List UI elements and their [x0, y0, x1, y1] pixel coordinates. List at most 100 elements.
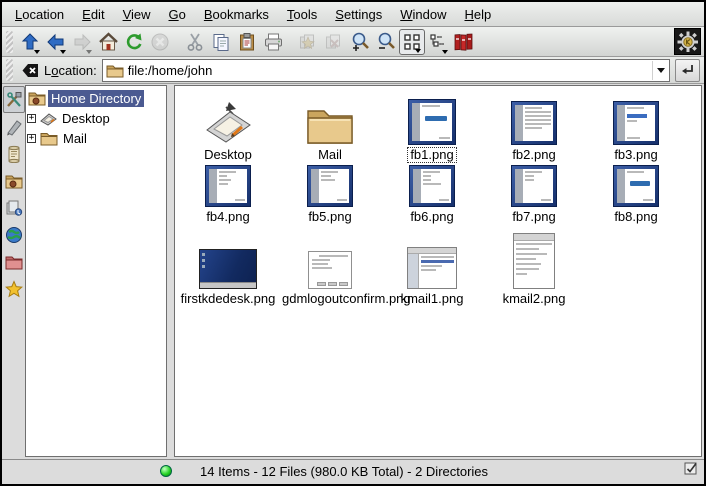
sidebar-tab-pen[interactable]	[3, 113, 25, 140]
go-enter-icon	[680, 63, 695, 78]
icon-view-mode-button[interactable]	[399, 29, 425, 55]
home-folder-icon	[5, 173, 23, 189]
scissors-icon	[185, 32, 205, 52]
zoom-in-button[interactable]	[347, 29, 373, 55]
bookmark-books-button[interactable]	[451, 29, 477, 55]
panel-splitter[interactable]	[167, 84, 174, 459]
sidebar-tab-root-folder[interactable]	[3, 248, 25, 275]
go-button[interactable]	[675, 59, 700, 82]
star-icon	[5, 280, 23, 298]
location-input[interactable]: file:/home/john	[128, 63, 648, 78]
location-combobox[interactable]: file:/home/john	[102, 59, 670, 82]
thumbnail-kmail2	[513, 233, 555, 289]
main-area: Home Directory + Desktop + Mail Desktop	[2, 84, 704, 459]
tree-view-icon	[429, 33, 447, 51]
menu-tools[interactable]: Tools	[278, 4, 326, 25]
sidebar-tab-bookmarks[interactable]	[3, 275, 25, 302]
zoom-out-icon	[376, 31, 397, 52]
thumbnail-fb1	[408, 99, 456, 145]
reload-button[interactable]	[121, 29, 147, 55]
sidebar-tab-network[interactable]	[3, 221, 25, 248]
forward-button[interactable]	[69, 29, 95, 55]
home-folder-icon	[28, 90, 46, 106]
tree-view-mode-button[interactable]	[425, 29, 451, 55]
forward-arrow-icon	[72, 32, 92, 52]
print-button[interactable]	[260, 29, 286, 55]
menu-bookmarks[interactable]: Bookmarks	[195, 4, 278, 25]
thumbnail-fb4	[205, 165, 251, 207]
file-label: fb8.png	[612, 210, 659, 224]
file-item-mail[interactable]: Mail	[279, 92, 381, 162]
sidebar-tab-home[interactable]	[3, 167, 25, 194]
file-item-kmail1[interactable]: kmail1.png	[381, 228, 483, 306]
file-label: fb3.png	[612, 148, 659, 162]
file-item-fb7[interactable]: fb7.png	[483, 164, 585, 224]
file-item-fb8[interactable]: fb8.png	[585, 164, 687, 224]
tree-item-mail[interactable]: + Mail	[26, 128, 166, 148]
expander-plus[interactable]: +	[27, 134, 36, 143]
file-item-fb6[interactable]: fb6.png	[381, 164, 483, 224]
stop-button[interactable]	[147, 29, 173, 55]
location-dropdown-button[interactable]	[652, 61, 668, 80]
stop-icon	[150, 32, 170, 52]
file-item-fb4[interactable]: fb4.png	[177, 164, 279, 224]
menu-bar: Location Edit View Go Bookmarks Tools Se…	[2, 2, 704, 27]
file-label: kmail1.png	[399, 292, 466, 306]
paste-icon	[237, 32, 257, 52]
tree-item-home[interactable]: Home Directory	[26, 88, 166, 108]
paste-button[interactable]	[234, 29, 260, 55]
menu-edit[interactable]: Edit	[73, 4, 113, 25]
file-item-gdmlogoutconfirm[interactable]: gdmlogoutconfirm.png	[279, 228, 381, 306]
red-books-icon	[453, 32, 475, 52]
file-item-fb5[interactable]: fb5.png	[279, 164, 381, 224]
folder-icon	[306, 105, 354, 145]
menu-view[interactable]: View	[114, 4, 160, 25]
file-item-firstkdedesk[interactable]: firstkdedesk.png	[177, 228, 279, 306]
copy-button[interactable]	[208, 29, 234, 55]
file-item-fb1[interactable]: fb1.png	[381, 92, 483, 162]
menu-go[interactable]: Go	[160, 4, 195, 25]
kde-gear-icon	[677, 31, 699, 53]
file-icon-view: Desktop Mail fb1.png fb2.png fb3.png	[174, 85, 702, 457]
printer-icon	[263, 32, 284, 52]
file-item-desktop[interactable]: Desktop	[177, 92, 279, 162]
tree-item-label: Desktop	[59, 110, 113, 127]
zoom-out-button[interactable]	[373, 29, 399, 55]
tree-item-desktop[interactable]: + Desktop	[26, 108, 166, 128]
menu-location[interactable]: Location	[6, 4, 73, 25]
file-item-fb3[interactable]: fb3.png	[585, 92, 687, 162]
locationbar-grip[interactable]	[6, 59, 13, 81]
cut-button[interactable]	[182, 29, 208, 55]
sidebar-tab-history[interactable]	[3, 140, 25, 167]
location-label: Location:	[44, 63, 97, 78]
home-button[interactable]	[95, 29, 121, 55]
folder-small-icon	[106, 63, 124, 78]
file-item-fb2[interactable]: fb2.png	[483, 92, 585, 162]
sidebar-tab-tools[interactable]	[3, 86, 25, 113]
thumbnail-gdmlogoutconfirm	[308, 251, 352, 289]
history-scroll-icon	[5, 145, 23, 163]
file-item-kmail2[interactable]: kmail2.png	[483, 228, 585, 306]
back-button[interactable]	[43, 29, 69, 55]
link-view-checkbox-icon[interactable]	[684, 462, 698, 481]
up-button[interactable]	[17, 29, 43, 55]
services-icon	[5, 199, 23, 217]
desktop-folder-icon	[202, 99, 254, 145]
icon-effect-button[interactable]	[295, 29, 321, 55]
status-text: 14 Items - 12 Files (980.0 KB Total) - 2…	[200, 464, 488, 479]
thumbnail-kmail1	[407, 247, 457, 289]
menu-settings[interactable]: Settings	[326, 4, 391, 25]
clear-location-button[interactable]	[22, 63, 39, 78]
icon-effect-remove-button[interactable]	[321, 29, 347, 55]
file-label: fb1.png	[408, 148, 455, 162]
file-label: Mail	[316, 148, 344, 162]
thumbnail-fb8	[613, 165, 659, 207]
toolbar-grip[interactable]	[6, 31, 13, 53]
expander-plus[interactable]: +	[27, 114, 36, 123]
status-led-icon	[160, 465, 172, 477]
home-icon	[98, 32, 119, 52]
menu-help[interactable]: Help	[456, 4, 501, 25]
file-label: fb7.png	[510, 210, 557, 224]
menu-window[interactable]: Window	[391, 4, 455, 25]
sidebar-tab-services[interactable]	[3, 194, 25, 221]
